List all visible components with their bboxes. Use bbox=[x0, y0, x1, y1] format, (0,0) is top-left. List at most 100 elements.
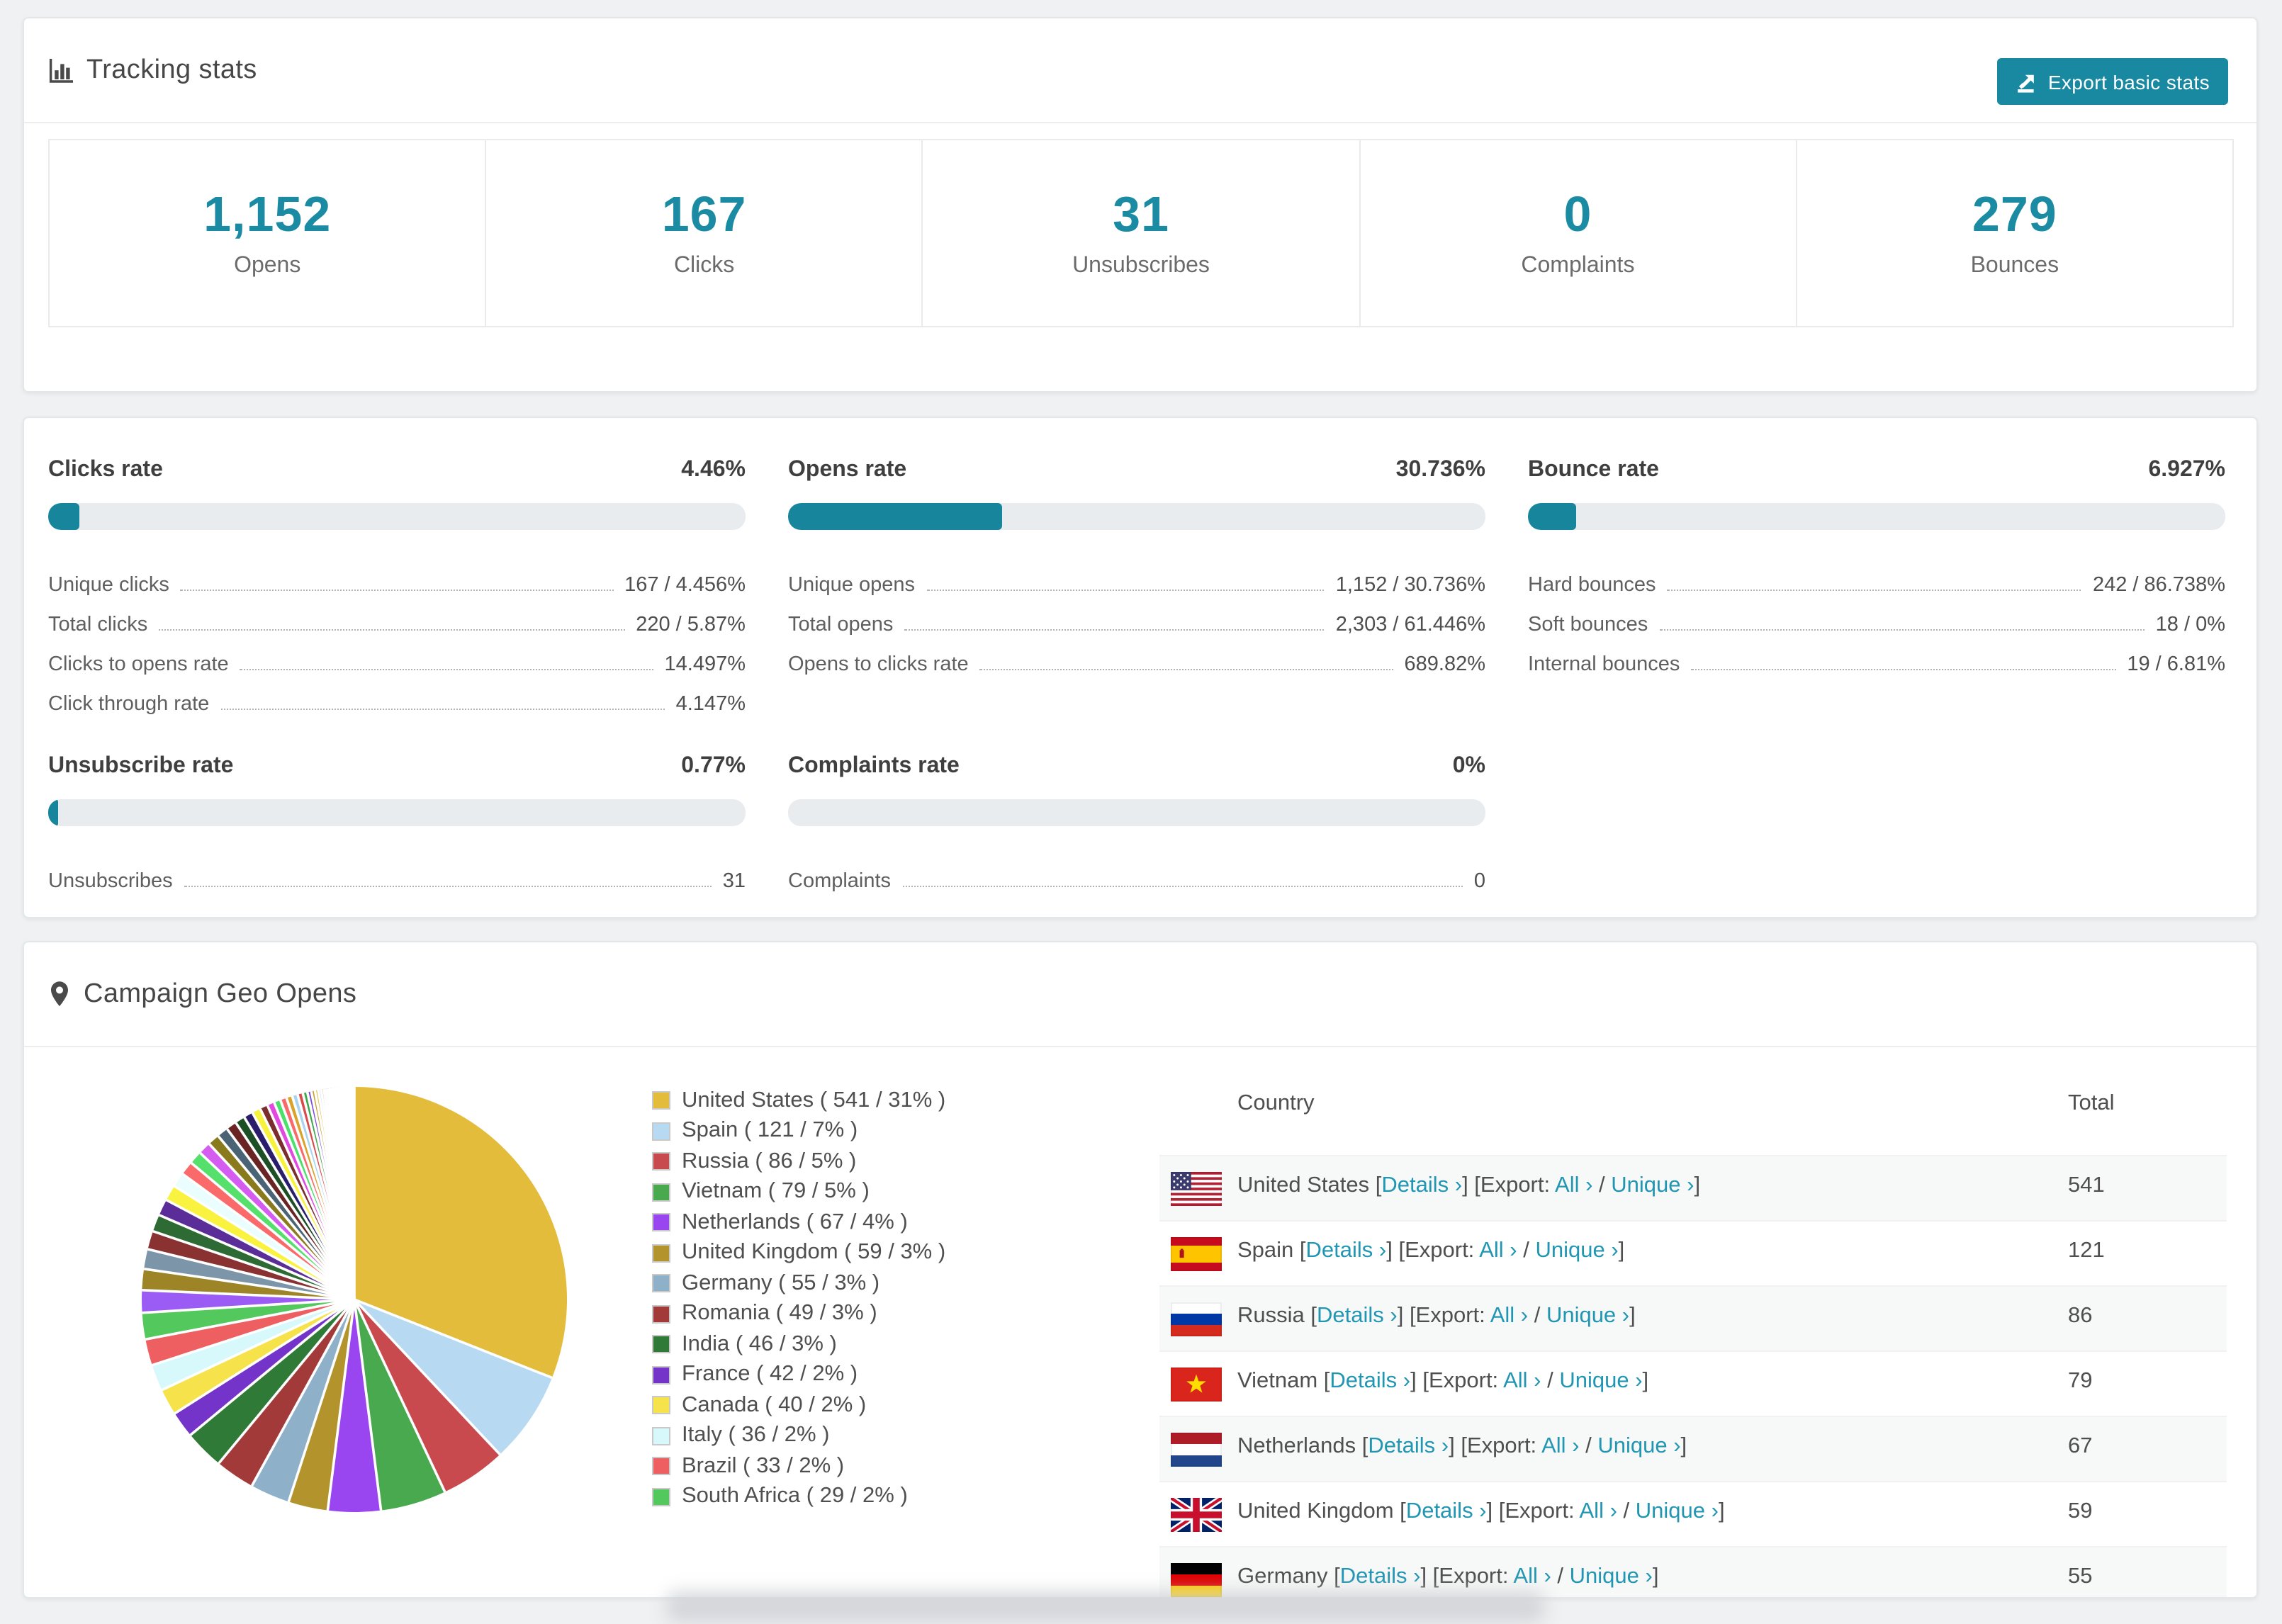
rates-card: Clicks rate 4.46% Unique clicks 167 / 4.456… bbox=[23, 417, 2258, 918]
export-unique-link[interactable]: Unique › bbox=[1597, 1434, 1680, 1458]
legend-item[interactable]: Netherlands ( 67 / 4% ) bbox=[652, 1207, 945, 1238]
legend-label: Italy ( 36 / 2% ) bbox=[682, 1423, 830, 1448]
legend-label: Vietnam ( 79 / 5% ) bbox=[682, 1179, 870, 1204]
legend-label: South Africa ( 29 / 2% ) bbox=[682, 1484, 908, 1509]
rate-block: Opens rate 30.736% Unique opens 1,152 / 30.… bbox=[788, 458, 1485, 720]
export-all-link[interactable]: All › bbox=[1555, 1173, 1592, 1197]
rate-progress-bar bbox=[1528, 503, 2225, 530]
dashboard-page: Tracking stats Export basic stats 1,152 O… bbox=[0, 0, 2282, 1624]
legend-color-marker bbox=[652, 1091, 670, 1110]
legend-label: Russia ( 86 / 5% ) bbox=[682, 1149, 857, 1173]
rate-stat-row: Soft bounces 18 / 0% bbox=[1528, 601, 2225, 641]
rate-stat-row: Hard bounces 242 / 86.738% bbox=[1528, 561, 2225, 601]
card-title-tracking-stats: Tracking stats bbox=[86, 55, 257, 84]
export-basic-stats-button[interactable]: Export basic stats bbox=[1996, 58, 2228, 105]
rate-stat-label: Click through rate bbox=[48, 693, 210, 716]
export-unique-link[interactable]: Unique › bbox=[1611, 1173, 1694, 1197]
export-unique-link[interactable]: Unique › bbox=[1570, 1564, 1653, 1589]
rate-progress-fill bbox=[1528, 503, 1577, 530]
rate-progress-bar bbox=[788, 503, 1485, 530]
export-all-link[interactable]: All › bbox=[1503, 1369, 1541, 1393]
rate-stat-row: Unique opens 1,152 / 30.736% bbox=[788, 561, 1485, 601]
rate-stat-label: Total opens bbox=[788, 614, 894, 636]
rate-progress-bar bbox=[788, 799, 1485, 826]
dotted-leader bbox=[1659, 629, 2145, 631]
geo-table-row: United States [Details ›] [Export: All ›… bbox=[1159, 1155, 2227, 1220]
flag-icon-ru bbox=[1171, 1302, 1222, 1336]
bar-chart-icon bbox=[48, 57, 74, 83]
export-unique-link[interactable]: Unique › bbox=[1636, 1499, 1719, 1523]
flag-icon-vn bbox=[1171, 1368, 1222, 1402]
export-all-link[interactable]: All › bbox=[1513, 1564, 1551, 1589]
legend-color-marker bbox=[652, 1274, 670, 1293]
geo-table-row: Spain [Details ›] [Export: All › / Uniqu… bbox=[1159, 1220, 2227, 1285]
rate-stat-row: Unsubscribes 31 bbox=[48, 857, 746, 897]
geo-pie-chart[interactable] bbox=[135, 1080, 574, 1519]
export-all-link[interactable]: All › bbox=[1479, 1239, 1517, 1263]
summary-stat-box: 0 Complaints bbox=[1359, 139, 1797, 327]
details-link[interactable]: Details › bbox=[1306, 1239, 1387, 1263]
dotted-leader bbox=[1691, 669, 2116, 670]
legend-color-marker bbox=[652, 1335, 670, 1354]
legend-item[interactable]: Romania ( 49 / 3% ) bbox=[652, 1299, 945, 1329]
details-link[interactable]: Details › bbox=[1330, 1369, 1410, 1393]
details-link[interactable]: Details › bbox=[1406, 1499, 1487, 1523]
details-link[interactable]: Details › bbox=[1368, 1434, 1449, 1458]
rate-stat-value: 0 bbox=[1473, 870, 1485, 893]
tracking-stats-card: Tracking stats Export basic stats 1,152 O… bbox=[23, 17, 2258, 393]
geo-row-country: United States [Details ›] [Export: All ›… bbox=[1237, 1173, 1701, 1197]
rate-title: Complaints rate bbox=[788, 754, 960, 778]
geo-row-country: Russia [Details ›] [Export: All › / Uniq… bbox=[1237, 1304, 1636, 1328]
legend-item[interactable]: Germany ( 55 / 3% ) bbox=[652, 1268, 945, 1299]
dotted-leader bbox=[184, 886, 712, 887]
export-unique-link[interactable]: Unique › bbox=[1535, 1239, 1618, 1263]
export-all-link[interactable]: All › bbox=[1541, 1434, 1579, 1458]
legend-item[interactable]: India ( 46 / 3% ) bbox=[652, 1329, 945, 1360]
details-link[interactable]: Details › bbox=[1340, 1564, 1421, 1589]
legend-label: United States ( 541 / 31% ) bbox=[682, 1088, 946, 1112]
rate-stat-label: Hard bounces bbox=[1528, 574, 1656, 597]
geo-row-country: Netherlands [Details ›] [Export: All › /… bbox=[1237, 1434, 1687, 1458]
legend-item[interactable]: Russia ( 86 / 5% ) bbox=[652, 1146, 945, 1177]
legend-item[interactable]: France ( 42 / 2% ) bbox=[652, 1360, 945, 1390]
legend-item[interactable]: Spain ( 121 / 7% ) bbox=[652, 1116, 945, 1146]
legend-item[interactable]: United States ( 541 / 31% ) bbox=[652, 1086, 945, 1116]
details-link[interactable]: Details › bbox=[1381, 1173, 1462, 1197]
legend-item[interactable]: Brazil ( 33 / 2% ) bbox=[652, 1451, 945, 1482]
summary-stat-label: Unsubscribes bbox=[1072, 254, 1210, 278]
card-title-campaign-geo-opens: Campaign Geo Opens bbox=[84, 979, 357, 1008]
export-unique-link[interactable]: Unique › bbox=[1559, 1369, 1642, 1393]
column-header-country: Country bbox=[1237, 1091, 1315, 1115]
rate-value: 30.736% bbox=[1395, 458, 1485, 482]
summary-stat-value: 1,152 bbox=[203, 187, 332, 242]
summary-stat-box: 1,152 Opens bbox=[48, 139, 487, 327]
legend-item[interactable]: Canada ( 40 / 2% ) bbox=[652, 1390, 945, 1421]
rate-title: Clicks rate bbox=[48, 458, 163, 482]
legend-item[interactable]: South Africa ( 29 / 2% ) bbox=[652, 1482, 945, 1512]
legend-item[interactable]: Italy ( 36 / 2% ) bbox=[652, 1421, 945, 1451]
legend-color-marker bbox=[652, 1152, 670, 1171]
export-unique-link[interactable]: Unique › bbox=[1546, 1304, 1629, 1328]
geo-opens-table: Country Total United States [Details ›] … bbox=[1159, 1049, 2227, 1597]
export-all-link[interactable]: All › bbox=[1580, 1499, 1617, 1523]
legend-item[interactable]: Vietnam ( 79 / 5% ) bbox=[652, 1177, 945, 1207]
rate-stat-row: Total opens 2,303 / 61.446% bbox=[788, 601, 1485, 641]
legend-label: Germany ( 55 / 3% ) bbox=[682, 1270, 880, 1295]
rate-progress-fill bbox=[48, 503, 79, 530]
legend-item[interactable]: United Kingdom ( 59 / 3% ) bbox=[652, 1238, 945, 1268]
export-all-link[interactable]: All › bbox=[1490, 1304, 1528, 1328]
rate-stat-value: 2,303 / 61.446% bbox=[1335, 614, 1485, 636]
rate-stat-label: Internal bounces bbox=[1528, 653, 1680, 676]
details-link[interactable]: Details › bbox=[1317, 1304, 1398, 1328]
rate-stat-value: 14.497% bbox=[664, 653, 746, 676]
legend-color-marker bbox=[652, 1396, 670, 1415]
legend-label: France ( 42 / 2% ) bbox=[682, 1362, 858, 1387]
rate-stat-label: Clicks to opens rate bbox=[48, 653, 229, 676]
summary-stats-row: 1,152 Opens 167 Clicks 31 Unsubscribes 0 Compla… bbox=[48, 139, 2235, 327]
summary-stat-label: Clicks bbox=[673, 254, 735, 278]
geo-row-total: 79 bbox=[2068, 1369, 2093, 1393]
rate-block: Clicks rate 4.46% Unique clicks 167 / 4.456… bbox=[48, 458, 746, 720]
legend-label: United Kingdom ( 59 / 3% ) bbox=[682, 1240, 946, 1265]
geo-row-total: 67 bbox=[2068, 1434, 2093, 1458]
rate-progress-fill bbox=[48, 799, 58, 826]
